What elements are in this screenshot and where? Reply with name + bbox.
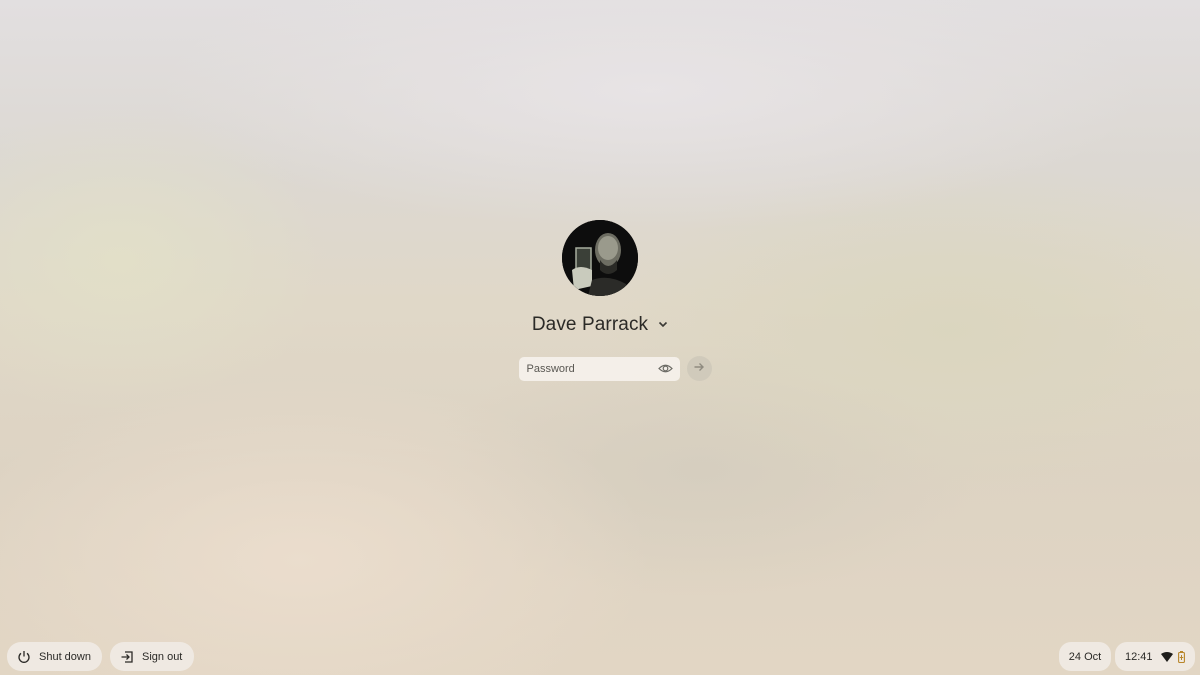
login-panel: Dave Parrack [0,220,1200,381]
battery-icon [1177,650,1185,663]
password-input[interactable] [524,361,658,376]
signout-label: Sign out [142,650,183,663]
eye-icon[interactable] [658,361,674,377]
username-label: Dave Parrack [531,314,649,335]
user-selector[interactable]: Dave Parrack [532,314,668,336]
user-avatar[interactable] [562,220,638,296]
shutdown-button[interactable]: Shut down [7,642,102,671]
date-button[interactable]: 24 Oct [1059,642,1111,671]
status-tray[interactable]: 12:41 [1115,642,1195,671]
chevron-down-icon[interactable] [658,317,668,331]
wifi-icon [1160,651,1173,662]
power-icon [17,650,31,664]
signout-button[interactable]: Sign out [110,642,194,671]
password-row [518,356,712,381]
arrow-right-icon [693,360,705,378]
shutdown-label: Shut down [39,650,91,663]
password-field-container [518,356,680,381]
avatar-photo-icon [562,220,638,296]
time-label: 12:41 [1125,650,1153,663]
sign-out-icon [120,650,134,664]
submit-button[interactable] [686,356,712,381]
date-label: 24 Oct [1068,650,1102,663]
